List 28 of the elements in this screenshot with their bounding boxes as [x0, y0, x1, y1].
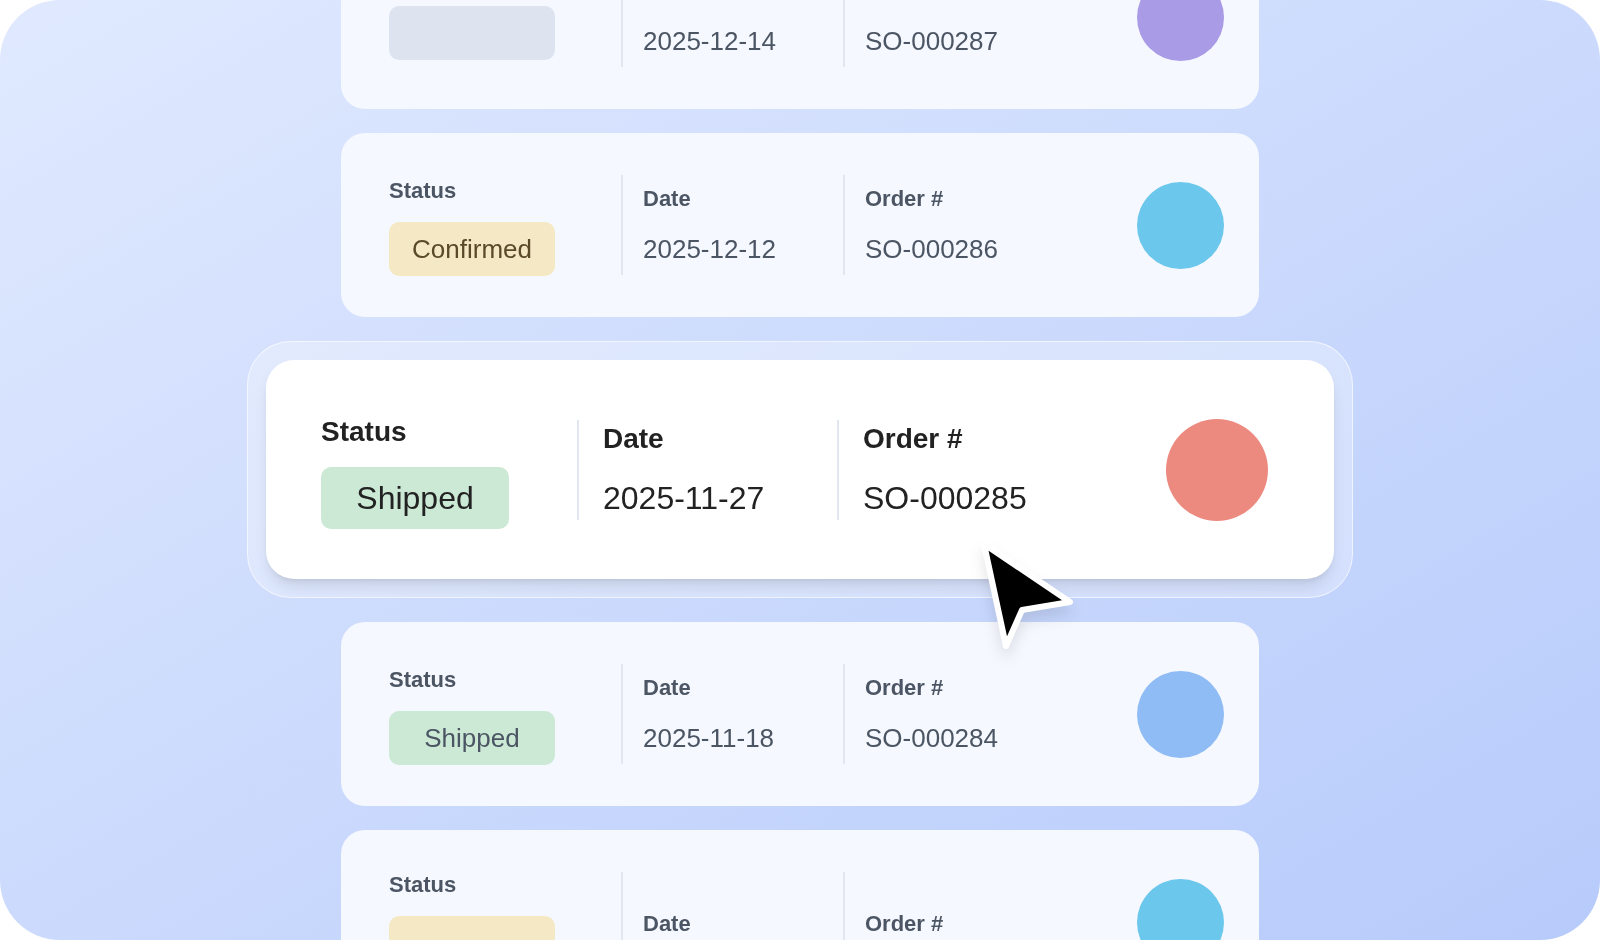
status-badge: Shipped: [321, 466, 509, 529]
date-value: 2025-11-18: [643, 721, 776, 755]
order-card[interactable]: 2025-12-14 SO-000287: [341, 0, 1259, 109]
order-number: SO-000285: [863, 478, 1028, 518]
order-card[interactable]: Status Confirmed Date 2025-12-12 Order # SO-000286: [341, 133, 1259, 317]
status-badge: Shipped: [389, 711, 555, 765]
column-label: Date: [643, 184, 692, 212]
column-label: Order #: [865, 673, 945, 701]
column-label: Date: [643, 673, 692, 701]
column-label: Order #: [865, 184, 945, 212]
column-label: Date: [603, 421, 665, 454]
order-number: SO-000286: [865, 232, 999, 266]
column-label: Status: [389, 870, 458, 898]
column-label: Date: [643, 910, 692, 937]
date-value: 2025-12-12: [643, 232, 777, 266]
date-value: 2025-11-27: [603, 478, 766, 518]
status-badge: Confirmed: [389, 222, 555, 276]
order-card[interactable]: Status Shipped Date 2025-11-18 Order # SO-000284: [341, 622, 1259, 806]
column-label: Status: [389, 666, 458, 693]
column-label: Status: [321, 414, 408, 447]
order-number: SO-000284: [865, 721, 999, 755]
column-label: Order #: [865, 910, 945, 937]
order-number: SO-000287: [865, 24, 999, 58]
order-card[interactable]: Status Date Order #: [341, 830, 1259, 940]
column-label: Status: [389, 177, 458, 204]
date-value: 2025-12-14: [643, 24, 777, 58]
order-card[interactable]: Status Shipped Date 2025-11-27 Order # SO-000285: [266, 360, 1334, 579]
column-label: Order #: [863, 421, 964, 454]
